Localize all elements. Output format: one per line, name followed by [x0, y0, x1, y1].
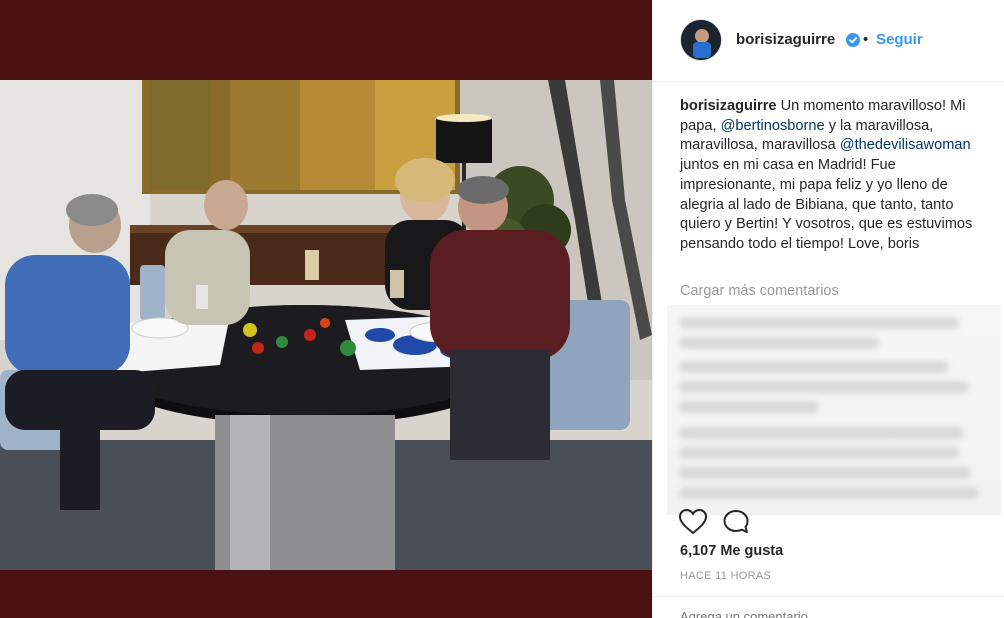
avatar[interactable] [680, 19, 722, 61]
post-actions [679, 507, 999, 537]
follow-button[interactable]: Seguir [876, 31, 923, 48]
media-pane [0, 0, 652, 618]
mention-link[interactable]: @thedevilisawoman [840, 137, 971, 153]
post-sidebar: borisizaguirre • Seguir borisizaguirre U… [652, 0, 1004, 618]
avatar-image [681, 20, 721, 60]
mention-link[interactable]: @bertinosborne [721, 118, 825, 134]
post-header: borisizaguirre • Seguir [653, 0, 1004, 82]
comment-icon[interactable] [723, 509, 749, 535]
likes-count[interactable]: 6,107 Me gusta [680, 543, 783, 559]
username-link[interactable]: borisizaguirre [736, 31, 835, 48]
caption-text: juntos en mi casa en Madrid! Fue impresi… [680, 157, 973, 252]
comment-box [653, 596, 1004, 618]
post-photo-illustration [0, 80, 652, 570]
post-caption: borisizaguirre Un momento maravilloso! M… [680, 97, 980, 255]
blurred-comments [667, 305, 1001, 515]
separator-dot: • [863, 31, 869, 48]
comment-input[interactable] [680, 609, 980, 618]
heart-icon[interactable] [679, 509, 707, 535]
post-photo[interactable] [0, 80, 652, 570]
post-timestamp[interactable]: HACE 11 HORAS [680, 570, 771, 582]
verified-badge-icon [846, 33, 860, 47]
load-more-comments-button[interactable]: Cargar más comentarios [680, 283, 839, 299]
caption-username-link[interactable]: borisizaguirre [680, 98, 777, 114]
